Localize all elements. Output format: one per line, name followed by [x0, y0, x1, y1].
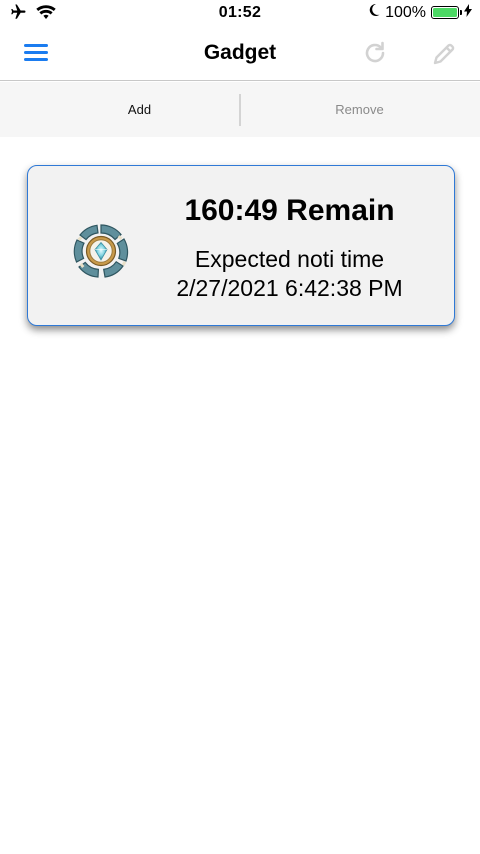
expected-noti-time: 2/27/2021 6:42:38 PM [176, 275, 403, 301]
gadget-card[interactable]: 160:49 Remain Expected noti time 2/27/20… [27, 165, 455, 326]
pencil-edit-icon[interactable] [430, 40, 458, 68]
charging-bolt-icon [464, 3, 472, 22]
gadget-gear-icon [72, 222, 130, 280]
page-title: Gadget [203, 41, 277, 64]
status-right: 100% [368, 3, 472, 22]
remain-time: 160:49 Remain [184, 194, 395, 227]
status-bar: 01:52 100% [0, 0, 480, 28]
segment-bar: Add Remove [0, 82, 480, 137]
battery-percent: 100% [385, 3, 426, 21]
battery-fill [433, 8, 457, 17]
expected-noti-label: Expected noti time [194, 246, 385, 272]
remove-button[interactable]: Remove [240, 82, 479, 137]
refresh-icon[interactable] [362, 40, 388, 66]
battery-icon [431, 6, 462, 19]
battery-cap [460, 10, 462, 15]
navigation-bar: Gadget [0, 28, 480, 81]
add-button[interactable]: Add [20, 82, 259, 137]
gadget-info: 160:49 Remain Expected noti time 2/27/20… [158, 166, 421, 327]
moon-icon [368, 3, 380, 22]
